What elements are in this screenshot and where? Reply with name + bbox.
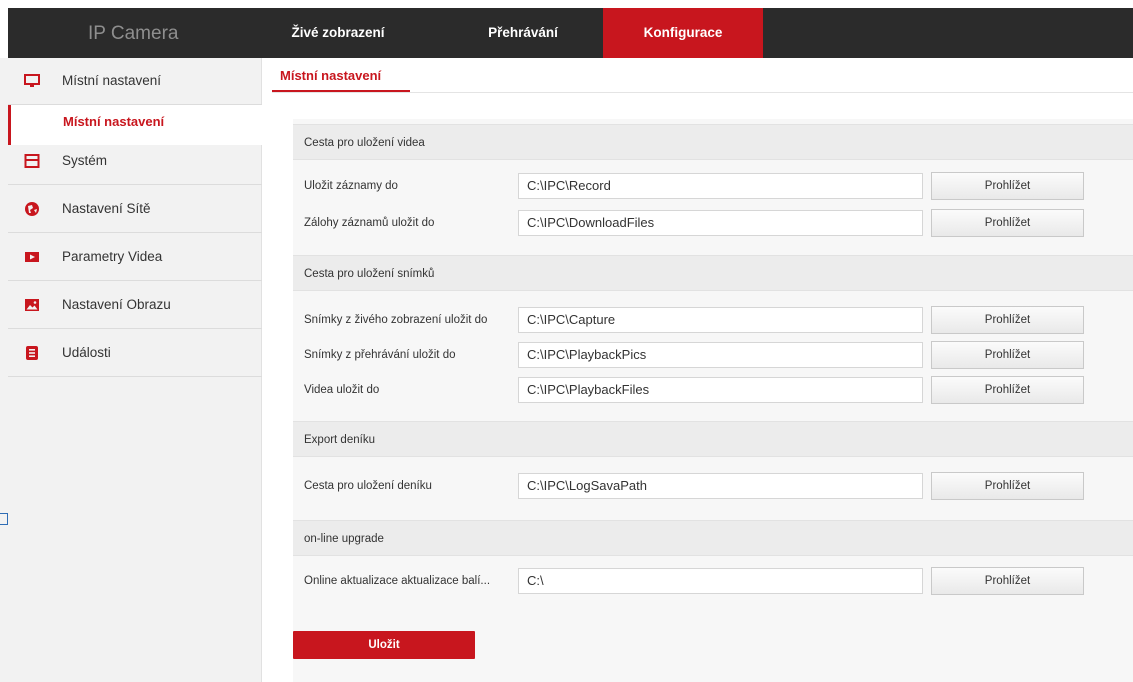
record-path-field[interactable]: C:\IPC\Record [518, 173, 923, 199]
sidebar-edge-marker [0, 513, 8, 525]
field-label-record-path: Uložit záznamy do [304, 180, 398, 192]
tab-divider [272, 92, 1133, 93]
sidebar-item-network[interactable]: Nastavení Sítě [8, 186, 262, 233]
browse-button[interactable]: Prohlížet [931, 306, 1084, 334]
browse-button[interactable]: Prohlížet [931, 209, 1084, 237]
sidebar-item-system[interactable]: Systém [8, 138, 262, 185]
sidebar-item-events[interactable]: Události [8, 330, 262, 377]
section-title: on-line upgrade [304, 533, 384, 545]
field-label-playback-files-path: Videa uložit do [304, 384, 380, 396]
sidebar-item-label: Systém [62, 153, 108, 168]
video-icon [25, 252, 39, 262]
events-icon [26, 346, 38, 360]
save-button[interactable]: Uložit [293, 631, 475, 659]
sidebar-item-label: Události [62, 345, 111, 360]
section-title: Cesta pro uložení videa [304, 137, 425, 149]
section-title: Export deníku [304, 434, 375, 446]
capture-path-field[interactable]: C:\IPC\Capture [518, 307, 923, 333]
system-icon [24, 154, 40, 168]
sidebar-item-video-parameters[interactable]: Parametry Videa [8, 234, 262, 281]
browse-button[interactable]: Prohlížet [931, 567, 1084, 595]
section-header-video-path: Cesta pro uložení videa [293, 124, 1133, 160]
app-title: IP Camera [88, 23, 179, 44]
sidebar-subitem-label: Místní nastavení [63, 114, 165, 129]
field-label-playback-pics-path: Snímky z přehrávání uložit do [304, 349, 456, 361]
image-icon [25, 299, 39, 311]
tab-live-view[interactable]: Živé zobrazení [278, 8, 398, 58]
field-label-log-path: Cesta pro uložení deníku [304, 480, 432, 492]
top-navigation-bar: IP Camera Živé zobrazení Přehrávání Konf… [8, 8, 1133, 58]
sidebar-item-label: Nastavení Obrazu [62, 297, 171, 312]
browse-button[interactable]: Prohlížet [931, 341, 1084, 369]
section-header-snapshot-path: Cesta pro uložení snímků [293, 255, 1133, 291]
tab-local-settings[interactable]: Místní nastavení [272, 62, 410, 92]
section-header-online-upgrade: on-line upgrade [293, 520, 1133, 556]
sidebar: Místní nastavení Místní nastavení Systém… [0, 58, 262, 682]
browse-button[interactable]: Prohlížet [931, 172, 1084, 200]
tab-playback[interactable]: Přehrávání [463, 8, 583, 58]
section-header-log-export: Export deníku [293, 421, 1133, 457]
field-label-upgrade-path: Online aktualizace aktualizace balí... [304, 575, 491, 587]
upgrade-path-field[interactable]: C:\ [518, 568, 923, 594]
playback-files-path-field[interactable]: C:\IPC\PlaybackFiles [518, 377, 923, 403]
monitor-icon [24, 74, 40, 87]
sidebar-item-local-settings[interactable]: Místní nastavení [8, 58, 262, 105]
playback-pics-path-field[interactable]: C:\IPC\PlaybackPics [518, 342, 923, 368]
sidebar-item-label: Nastavení Sítě [62, 201, 151, 216]
globe-icon [25, 202, 39, 216]
sidebar-item-image-settings[interactable]: Nastavení Obrazu [8, 282, 262, 329]
section-title: Cesta pro uložení snímků [304, 268, 435, 280]
sidebar-item-label: Parametry Videa [62, 249, 163, 264]
sidebar-item-label: Místní nastavení [62, 73, 162, 88]
field-label-capture-path: Snímky z živého zobrazení uložit do [304, 314, 488, 326]
tab-configuration[interactable]: Konfigurace [603, 8, 763, 58]
browse-button[interactable]: Prohlížet [931, 376, 1084, 404]
log-path-field[interactable]: C:\IPC\LogSavaPath [518, 473, 923, 499]
browse-button[interactable]: Prohlížet [931, 472, 1084, 500]
field-label-download-path: Zálohy záznamů uložit do [304, 217, 435, 229]
download-path-field[interactable]: C:\IPC\DownloadFiles [518, 210, 923, 236]
